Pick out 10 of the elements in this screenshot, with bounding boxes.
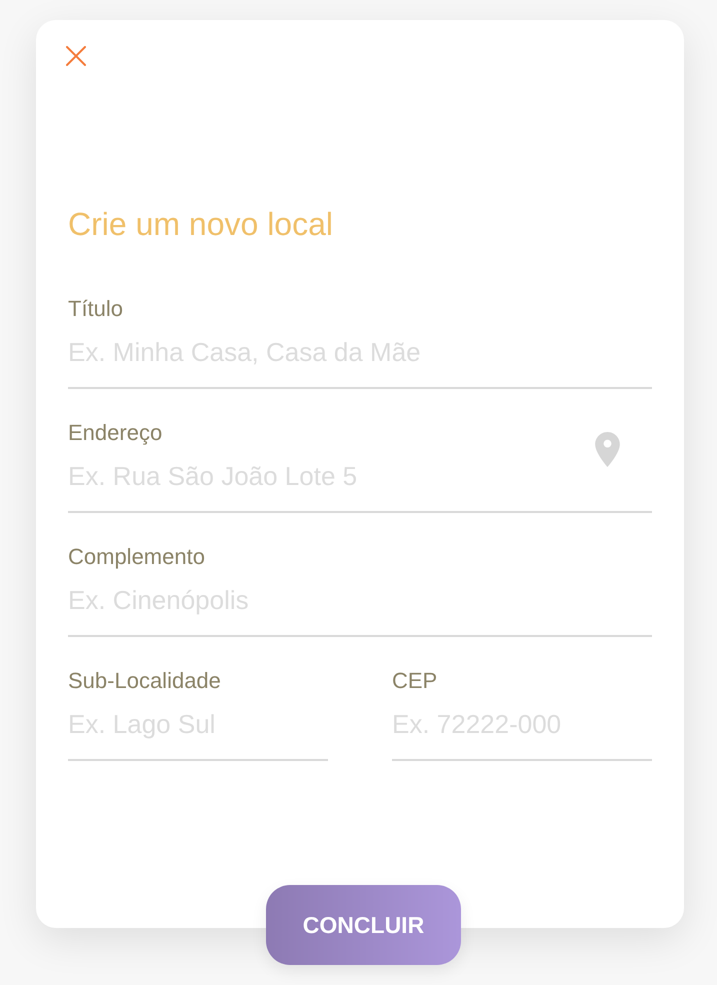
field-label: CEP — [392, 667, 438, 695]
close-button[interactable] — [66, 46, 86, 66]
field-label: Título — [68, 295, 124, 323]
field-label: Endereço — [68, 419, 162, 447]
close-icon — [66, 46, 86, 66]
location-pin-icon — [595, 432, 620, 467]
dialog-title: Crie um novo local — [68, 205, 333, 244]
submit-button[interactable]: CONCLUIR — [266, 885, 461, 965]
field-label: Complemento — [68, 543, 205, 571]
field-label: Sub-Localidade — [68, 667, 221, 695]
